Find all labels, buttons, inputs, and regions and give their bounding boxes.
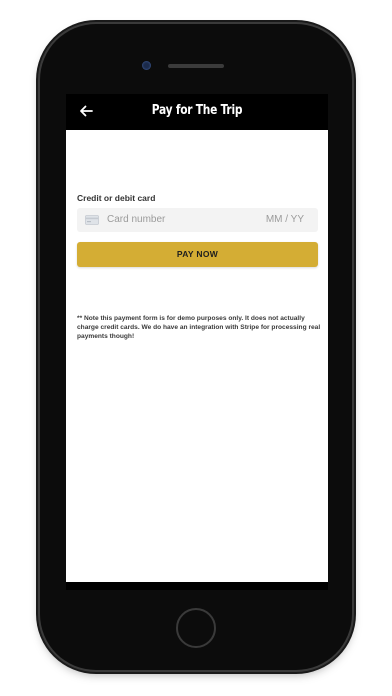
- home-button: [176, 608, 216, 648]
- navigation-bar: Pay for The Trip: [66, 94, 328, 130]
- payment-form: Credit or debit card Card number MM / YY…: [66, 130, 328, 582]
- pay-now-button[interactable]: PAY NOW: [77, 242, 318, 267]
- credit-card-icon: [85, 215, 99, 225]
- front-camera: [142, 61, 151, 70]
- card-input-field[interactable]: Card number MM / YY: [77, 208, 318, 232]
- power-button: [352, 160, 356, 216]
- phone-screen: Pay for The Trip Credit or debit card Ca…: [66, 94, 328, 590]
- card-number-input[interactable]: Card number: [107, 214, 165, 225]
- card-expiry-input[interactable]: MM / YY: [266, 214, 304, 225]
- card-field-label: Credit or debit card: [77, 193, 156, 203]
- demo-note: ** Note this payment form is for demo pu…: [77, 315, 321, 340]
- earpiece-speaker: [168, 64, 224, 68]
- page-title: Pay for The Trip: [151, 103, 243, 118]
- arrow-left-icon[interactable]: [78, 103, 94, 119]
- app-store-screenshot: Pay for The Trip Credit or debit card Ca…: [0, 0, 392, 696]
